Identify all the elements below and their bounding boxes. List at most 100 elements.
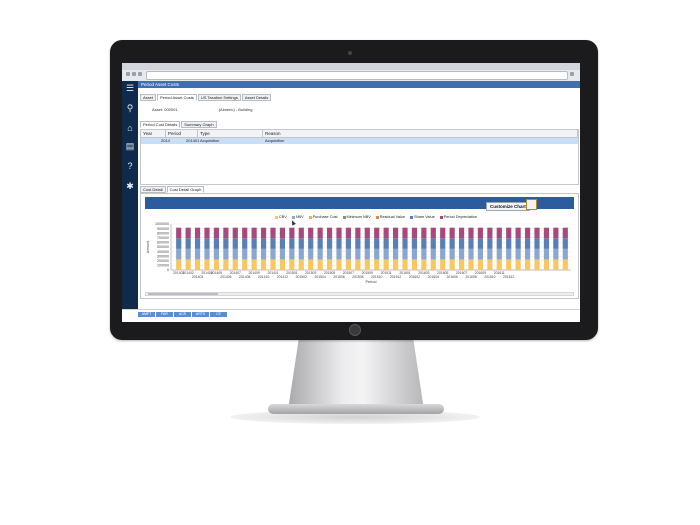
bar-nbv bbox=[506, 248, 512, 260]
bar-share-value bbox=[223, 238, 229, 249]
tab-summary-graph[interactable]: Summary Graph bbox=[181, 121, 217, 128]
bar-period-depreciation bbox=[477, 227, 484, 239]
bar-nbv bbox=[355, 248, 361, 260]
cell-reason: Acquisition bbox=[265, 138, 285, 143]
bar-share-value bbox=[364, 238, 370, 249]
menu-icon[interactable]: ☰ bbox=[125, 83, 135, 93]
monitor-stand bbox=[288, 338, 424, 410]
tab-cost-detail[interactable]: Cost Detail bbox=[140, 186, 166, 193]
search-icon[interactable]: ⚲ bbox=[125, 103, 135, 113]
cost-grid: Year Period Type Reason 2014 201401 Acqu… bbox=[140, 129, 579, 185]
bar-nbv bbox=[496, 248, 502, 260]
tab-asset-details[interactable]: Asset Details bbox=[241, 94, 272, 101]
bar-period-depreciation bbox=[496, 227, 502, 239]
bar-cbv bbox=[392, 259, 399, 270]
bar-share-value bbox=[242, 238, 248, 249]
bar-period-depreciation bbox=[270, 227, 276, 239]
asset-description: (Almeric) - Building bbox=[218, 107, 253, 112]
bar-share-value bbox=[194, 238, 201, 249]
bar-nbv bbox=[515, 248, 521, 260]
bar-period-depreciation bbox=[364, 227, 370, 239]
screen: ☰ ⚲ ⌂ ▤ ? ✱ Period Asset Costs Asset Per… bbox=[122, 63, 580, 322]
bar-cbv bbox=[345, 259, 352, 270]
bar-nbv bbox=[553, 248, 559, 260]
bar-share-value bbox=[543, 238, 550, 249]
chart: 0100000200000300000400000500000600000700… bbox=[146, 222, 571, 284]
bar-cbv bbox=[402, 259, 408, 270]
scrollbar-thumb[interactable] bbox=[148, 293, 218, 295]
bar-cbv bbox=[326, 259, 333, 270]
x-tick-label: 201602 bbox=[409, 275, 420, 279]
y-tick-label: 400000 bbox=[157, 250, 169, 254]
column-year[interactable]: Year bbox=[141, 130, 166, 137]
refresh-icon[interactable] bbox=[138, 72, 142, 76]
bar-period-depreciation bbox=[534, 227, 540, 239]
bar-share-value bbox=[289, 238, 295, 249]
bar-cbv bbox=[515, 259, 521, 270]
y-tick-label: 700000 bbox=[157, 236, 169, 240]
chart-scrollbar[interactable] bbox=[145, 292, 574, 296]
bottom-bar: AMFT FAR ACR ARTS CE bbox=[122, 309, 580, 322]
x-tick-label: 201508 bbox=[352, 275, 363, 279]
column-period[interactable]: Period bbox=[166, 130, 198, 137]
bar-period-depreciation bbox=[289, 227, 295, 239]
bar-share-value bbox=[553, 238, 559, 249]
bottom-tab-far[interactable]: FAR bbox=[156, 312, 173, 317]
browser-tabstrip bbox=[122, 63, 580, 70]
bar-cbv bbox=[355, 259, 361, 270]
bottom-tab-ce[interactable]: CE bbox=[210, 312, 227, 317]
bar-cbv bbox=[496, 259, 502, 270]
tab-us-taxation-settings[interactable]: US Taxation Settings bbox=[197, 94, 241, 101]
grid-header: Year Period Type Reason bbox=[141, 130, 578, 138]
x-axis-label: Period bbox=[366, 280, 377, 284]
bar-period-depreciation bbox=[402, 227, 408, 239]
bar-share-value bbox=[487, 238, 493, 249]
monitor-logo bbox=[349, 324, 361, 336]
bar-nbv bbox=[430, 248, 436, 260]
bar-period-depreciation bbox=[440, 227, 446, 239]
bar-nbv bbox=[251, 248, 257, 260]
bar-share-value bbox=[298, 238, 304, 249]
y-tick-label: 800000 bbox=[157, 231, 169, 235]
bottom-tab-acr[interactable]: ACR bbox=[174, 312, 191, 317]
tab-cost-detail-graph[interactable]: Cost Detail Graph bbox=[166, 186, 205, 193]
bottom-tab-arts[interactable]: ARTS bbox=[192, 312, 209, 317]
customize-chart-button[interactable]: Customize Chart bbox=[486, 202, 530, 211]
forward-icon[interactable] bbox=[132, 72, 136, 76]
address-bar[interactable] bbox=[146, 71, 568, 80]
bar-cbv bbox=[374, 259, 380, 270]
help-icon[interactable]: ? bbox=[125, 161, 135, 171]
tab-period-asset-costs[interactable]: Period Asset Costs bbox=[157, 94, 197, 101]
x-tick-label: 201608 bbox=[465, 275, 476, 279]
bar-nbv bbox=[213, 248, 220, 260]
browser-menu-icon[interactable] bbox=[570, 72, 574, 76]
tab-asset[interactable]: Asset bbox=[140, 94, 157, 101]
browser-toolbar bbox=[122, 63, 580, 82]
bar-nbv bbox=[232, 248, 238, 260]
home-icon[interactable]: ⌂ bbox=[125, 123, 135, 133]
column-reason[interactable]: Reason bbox=[263, 130, 578, 137]
bar-share-value bbox=[326, 238, 333, 249]
app-sidebar: ☰ ⚲ ⌂ ▤ ? ✱ bbox=[122, 81, 138, 322]
bar-share-value bbox=[308, 238, 314, 249]
bar-period-depreciation bbox=[553, 227, 559, 239]
bottom-tabs: AMFT FAR ACR ARTS CE bbox=[138, 312, 227, 317]
bar-cbv bbox=[289, 259, 295, 270]
bar-share-value bbox=[260, 238, 267, 249]
cost-tabs: Period Cost Details Summary Graph bbox=[140, 121, 217, 128]
tab-period-cost-details[interactable]: Period Cost Details bbox=[140, 121, 181, 128]
bar-cbv bbox=[298, 259, 304, 270]
back-icon[interactable] bbox=[126, 72, 130, 76]
chart-type-icon[interactable] bbox=[526, 199, 537, 210]
bar-nbv bbox=[176, 248, 182, 260]
document-icon[interactable]: ▤ bbox=[125, 141, 135, 151]
bar-period-depreciation bbox=[392, 227, 399, 239]
bar-period-depreciation bbox=[487, 227, 493, 239]
bar-nbv bbox=[308, 248, 314, 260]
settings-icon[interactable]: ✱ bbox=[125, 181, 135, 191]
bar-nbv bbox=[345, 248, 352, 260]
bottom-tab-amft[interactable]: AMFT bbox=[138, 312, 155, 317]
bar-cbv bbox=[251, 259, 257, 270]
column-type[interactable]: Type bbox=[198, 130, 263, 137]
x-tick-label: 201606 bbox=[446, 275, 457, 279]
